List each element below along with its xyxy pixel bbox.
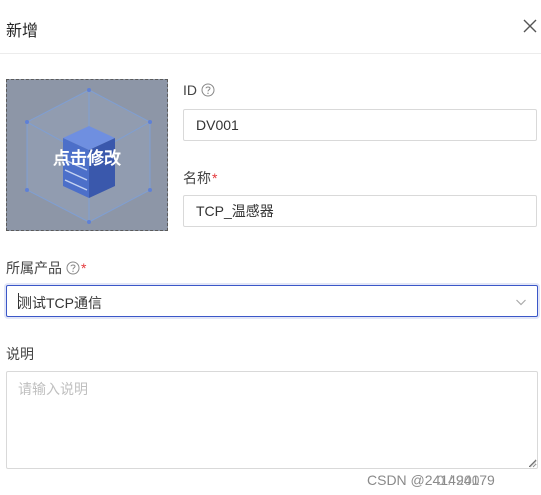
close-icon[interactable] (521, 17, 539, 35)
dialog-title: 新增 (6, 23, 39, 40)
question-circle-icon[interactable] (201, 83, 215, 97)
name-input[interactable] (183, 195, 537, 227)
question-circle-icon[interactable] (66, 261, 80, 275)
product-select-value: 测试TCP通信 (18, 295, 102, 311)
name-label: 名称* (183, 168, 217, 188)
watermark: CSDN @241494179 0 / 200 (367, 472, 495, 488)
required-mark: * (81, 260, 87, 276)
chevron-down-icon[interactable] (515, 296, 527, 308)
product-label-text: 所属产品 (6, 260, 62, 276)
name-label-text: 名称 (183, 170, 211, 186)
upload-label: 点击修改 (53, 149, 121, 168)
product-select[interactable]: 测试TCP通信 (6, 285, 538, 317)
dialog-header: 新增 (0, 0, 541, 54)
id-label: ID (183, 82, 215, 98)
description-textarea[interactable] (6, 371, 538, 469)
required-mark: * (212, 170, 218, 186)
id-input[interactable] (183, 109, 537, 141)
product-label: 所属产品 * (6, 258, 86, 278)
device-image-upload[interactable]: 点击修改 (6, 79, 168, 231)
id-label-text: ID (183, 82, 197, 98)
resize-handle-icon[interactable] (528, 459, 537, 468)
text-cursor (18, 293, 19, 309)
char-counter: 0 / 200 (436, 472, 480, 488)
description-label: 说明 (6, 346, 34, 362)
